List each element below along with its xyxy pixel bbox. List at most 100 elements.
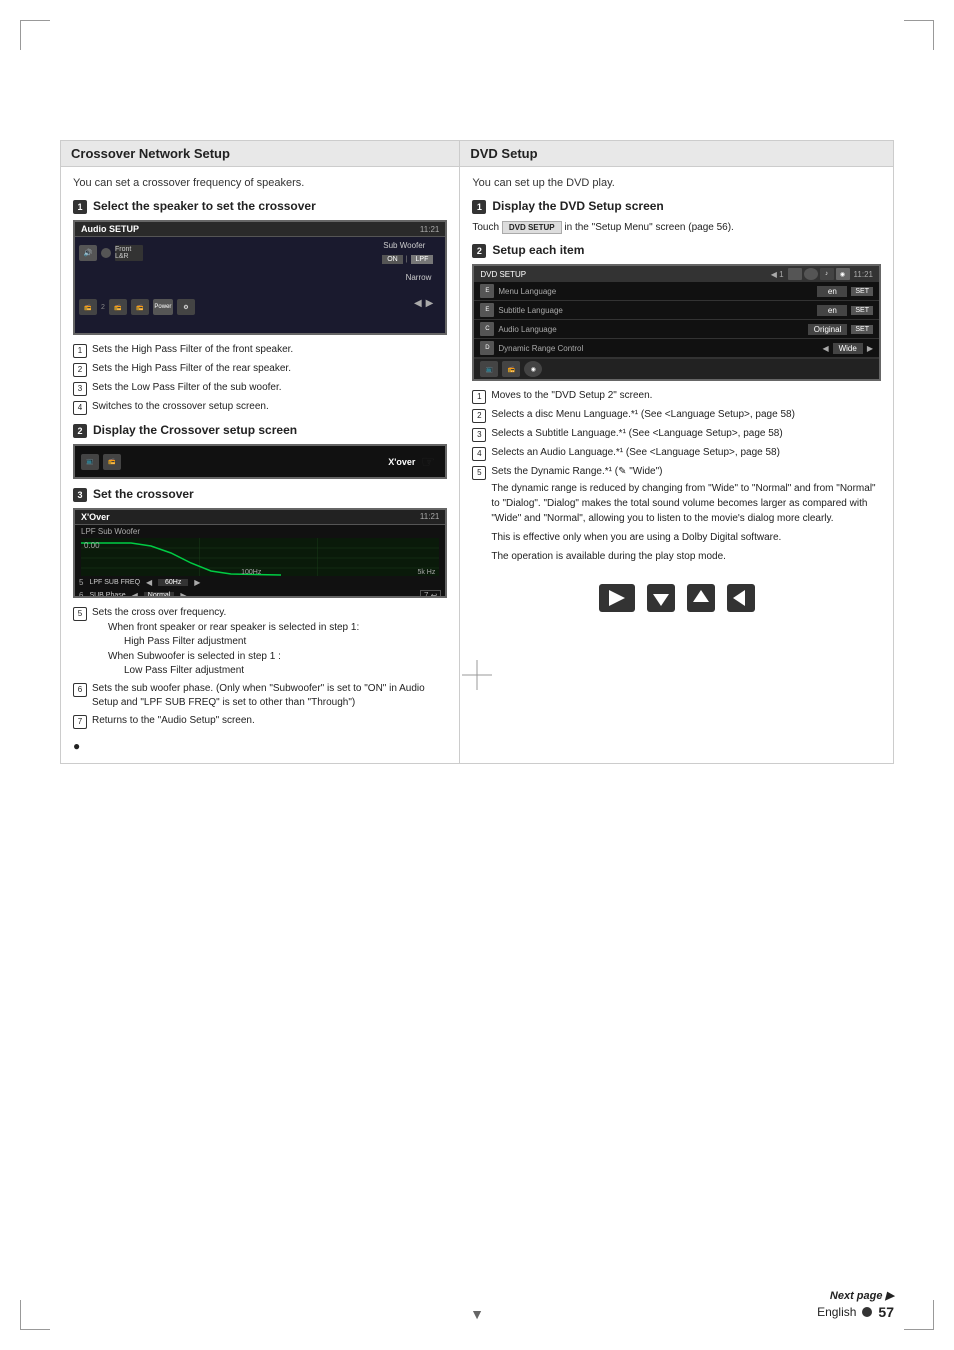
- corner-mark-tl: [20, 20, 50, 50]
- dvd-bottom-icon2: 📻: [502, 361, 520, 377]
- callout-2: 2 Sets the High Pass Filter of the rear …: [73, 362, 447, 377]
- icon4: ⚙: [177, 299, 195, 315]
- ctrl1-left: ◀: [146, 578, 152, 587]
- dvd-step1-desc: Touch DVD SETUP in the "Setup Menu" scre…: [472, 220, 881, 235]
- dvd-callout-2: 2 Selects a disc Menu Language.*¹ (See <…: [472, 408, 881, 423]
- ctrl2-callout: 6: [79, 591, 83, 598]
- dvd-step1-header: 1 Display the DVD Setup screen: [472, 199, 881, 214]
- callout-3: 3 Sets the Low Pass Filter of the sub wo…: [73, 381, 447, 396]
- xover-screen: X'Over 11:21 LPF Sub Woofer: [73, 508, 447, 598]
- right-section-title: DVD Setup: [460, 141, 893, 167]
- dvd-screen-time: 11:21: [854, 270, 873, 279]
- freq-labels: 100Hz 5k Hz: [81, 569, 439, 576]
- step1-num: 1: [73, 200, 87, 214]
- xover-controls: 5 LPF SUB FREQ ◀ 60Hz ▶: [75, 576, 445, 589]
- xover-screen-title: X'Over: [81, 512, 110, 522]
- dvd-callout-5: 5 Sets the Dynamic Range.*¹ (✎ "Wide") T…: [472, 465, 881, 564]
- right-column: DVD Setup You can set up the DVD play. 1…: [460, 141, 893, 763]
- separator: |: [406, 256, 408, 263]
- right-arrow: ▶: [426, 298, 434, 309]
- left-section-intro: You can set a crossover frequency of spe…: [73, 177, 447, 189]
- dvd-setup-title-text: DVD SETUP: [480, 270, 526, 279]
- dvd-setup-btn: DVD SETUP: [502, 221, 562, 234]
- dvd-row2-set: SET: [851, 306, 873, 315]
- callout-1: 1 Sets the High Pass Filter of the front…: [73, 343, 447, 358]
- dvd-icon1: [788, 268, 802, 280]
- dvd-bottom-icon1: 📺: [480, 361, 498, 377]
- dvd-setup-screen: DVD SETUP ◀ 1 ♪ ◉ 11:21: [472, 264, 881, 381]
- callout-4: 4 Switches to the crossover setup screen…: [73, 400, 447, 415]
- dvd-row1-value: en: [817, 286, 847, 297]
- dvd-row3-value: Original: [808, 324, 848, 335]
- xover-text: X'over: [388, 457, 415, 467]
- sub-woofer-label: Sub Woofer: [383, 241, 425, 250]
- xover-controls2: 6 SUB Phase ◀ Normal ▶ 7 ↩: [75, 589, 445, 598]
- dvd-page-indicator: ◀ 1: [771, 270, 784, 279]
- dvd-row3-set: SET: [851, 325, 873, 334]
- language-page-line: English 57: [817, 1304, 894, 1320]
- dvd-row-subtitle-lang: E Subtitle Language en SET: [474, 301, 879, 320]
- step1-callouts: 1 Sets the High Pass Filter of the front…: [73, 343, 447, 415]
- step3-header: 3 Set the crossover: [73, 487, 447, 502]
- ctrl2-right: ▶: [180, 591, 186, 598]
- dvd-row4-icon: D: [480, 341, 494, 355]
- dvd-setup-title-bar: DVD SETUP ◀ 1 ♪ ◉ 11:21: [474, 266, 879, 282]
- page-footer: Next page ▶ English 57: [817, 1289, 894, 1320]
- dvd-row1-set: SET: [851, 287, 873, 296]
- dvd-row4-label: Dynamic Range Control: [498, 344, 583, 353]
- lpf-btn: LPF: [411, 255, 434, 264]
- left-arrow: ◀: [414, 298, 422, 309]
- dvd-row-dynamic-range: D Dynamic Range Control ◀ Wide ▶: [474, 339, 879, 358]
- ctrl2-label: SUB Phase: [89, 592, 125, 598]
- crossover-display-screen: 📺 📻 X'over ☞: [73, 444, 447, 479]
- left-column: Crossover Network Setup You can set a cr…: [61, 141, 460, 763]
- ctrl1-val: 60Hz: [158, 579, 188, 586]
- two-column-layout: Crossover Network Setup You can set a cr…: [60, 140, 894, 764]
- xover-screen-time: 11:21: [420, 512, 439, 522]
- nav-back-icon: [727, 584, 755, 612]
- ctrl2-val: Normal: [144, 592, 175, 598]
- dvd-header-icons: ♪ ◉: [788, 268, 850, 280]
- left-section-title: Crossover Network Setup: [61, 141, 459, 167]
- svg-text:0.00: 0.00: [84, 541, 100, 550]
- dvd-row1-label: Menu Language: [498, 287, 556, 296]
- tv-icon: 📺: [81, 454, 99, 470]
- dvd-bottom-icon3: ◉: [524, 361, 542, 377]
- dvd-step1-label: Display the DVD Setup screen: [492, 199, 663, 213]
- on-btn: ON: [382, 255, 403, 264]
- finger-cursor-icon: ☞: [421, 452, 435, 472]
- next-page-label: Next page ▶: [830, 1289, 894, 1302]
- dvd-row2-label: Subtitle Language: [498, 306, 563, 315]
- page-content: Crossover Network Setup You can set a cr…: [60, 140, 894, 1250]
- dvd-row4-value: Wide: [833, 343, 863, 354]
- step2-num: 2: [73, 424, 87, 438]
- dvd-row2-value: en: [817, 305, 847, 316]
- nav-icons: [472, 584, 881, 612]
- dvd-step2-num: 2: [472, 244, 486, 258]
- ctrl1-callout: 5: [79, 578, 83, 587]
- right-section-intro: You can set up the DVD play.: [472, 177, 881, 189]
- xover-sub-title: LPF Sub Woofer: [75, 525, 445, 538]
- corner-mark-tr: [904, 20, 934, 50]
- return-btn: 7 ↩: [420, 590, 441, 598]
- down-arrow: ▼: [470, 1306, 484, 1322]
- dvd-icon3: ♪: [820, 268, 834, 280]
- ctrl1-label: LPF SUB FREQ: [89, 579, 140, 586]
- nav-up-icon: [687, 584, 715, 612]
- ctrl1-right: ▶: [194, 578, 200, 587]
- dvd-icon2: [804, 268, 818, 280]
- callout-5: 5 Sets the cross over frequency. When fr…: [73, 606, 447, 678]
- xover-title-bar: X'Over 11:21: [75, 510, 445, 525]
- bullet-point: ●: [73, 739, 447, 753]
- step3-num: 3: [73, 488, 87, 502]
- dvd-row-audio-lang: C Audio Language Original SET: [474, 320, 879, 339]
- language-text: English: [817, 1305, 856, 1319]
- step3-callouts: 5 Sets the cross over frequency. When fr…: [73, 606, 447, 729]
- icon1: 📻: [79, 299, 97, 315]
- dvd-callout-3: 3 Selects a Subtitle Language.*¹ (See <L…: [472, 427, 881, 442]
- step2-header: 2 Display the Crossover setup screen: [73, 423, 447, 438]
- audio-setup-time: 11:21: [420, 225, 439, 234]
- corner-mark-bl: [20, 1300, 50, 1330]
- dvd-step2-label: Setup each item: [492, 243, 584, 257]
- dvd-step2-header: 2 Setup each item: [472, 243, 881, 258]
